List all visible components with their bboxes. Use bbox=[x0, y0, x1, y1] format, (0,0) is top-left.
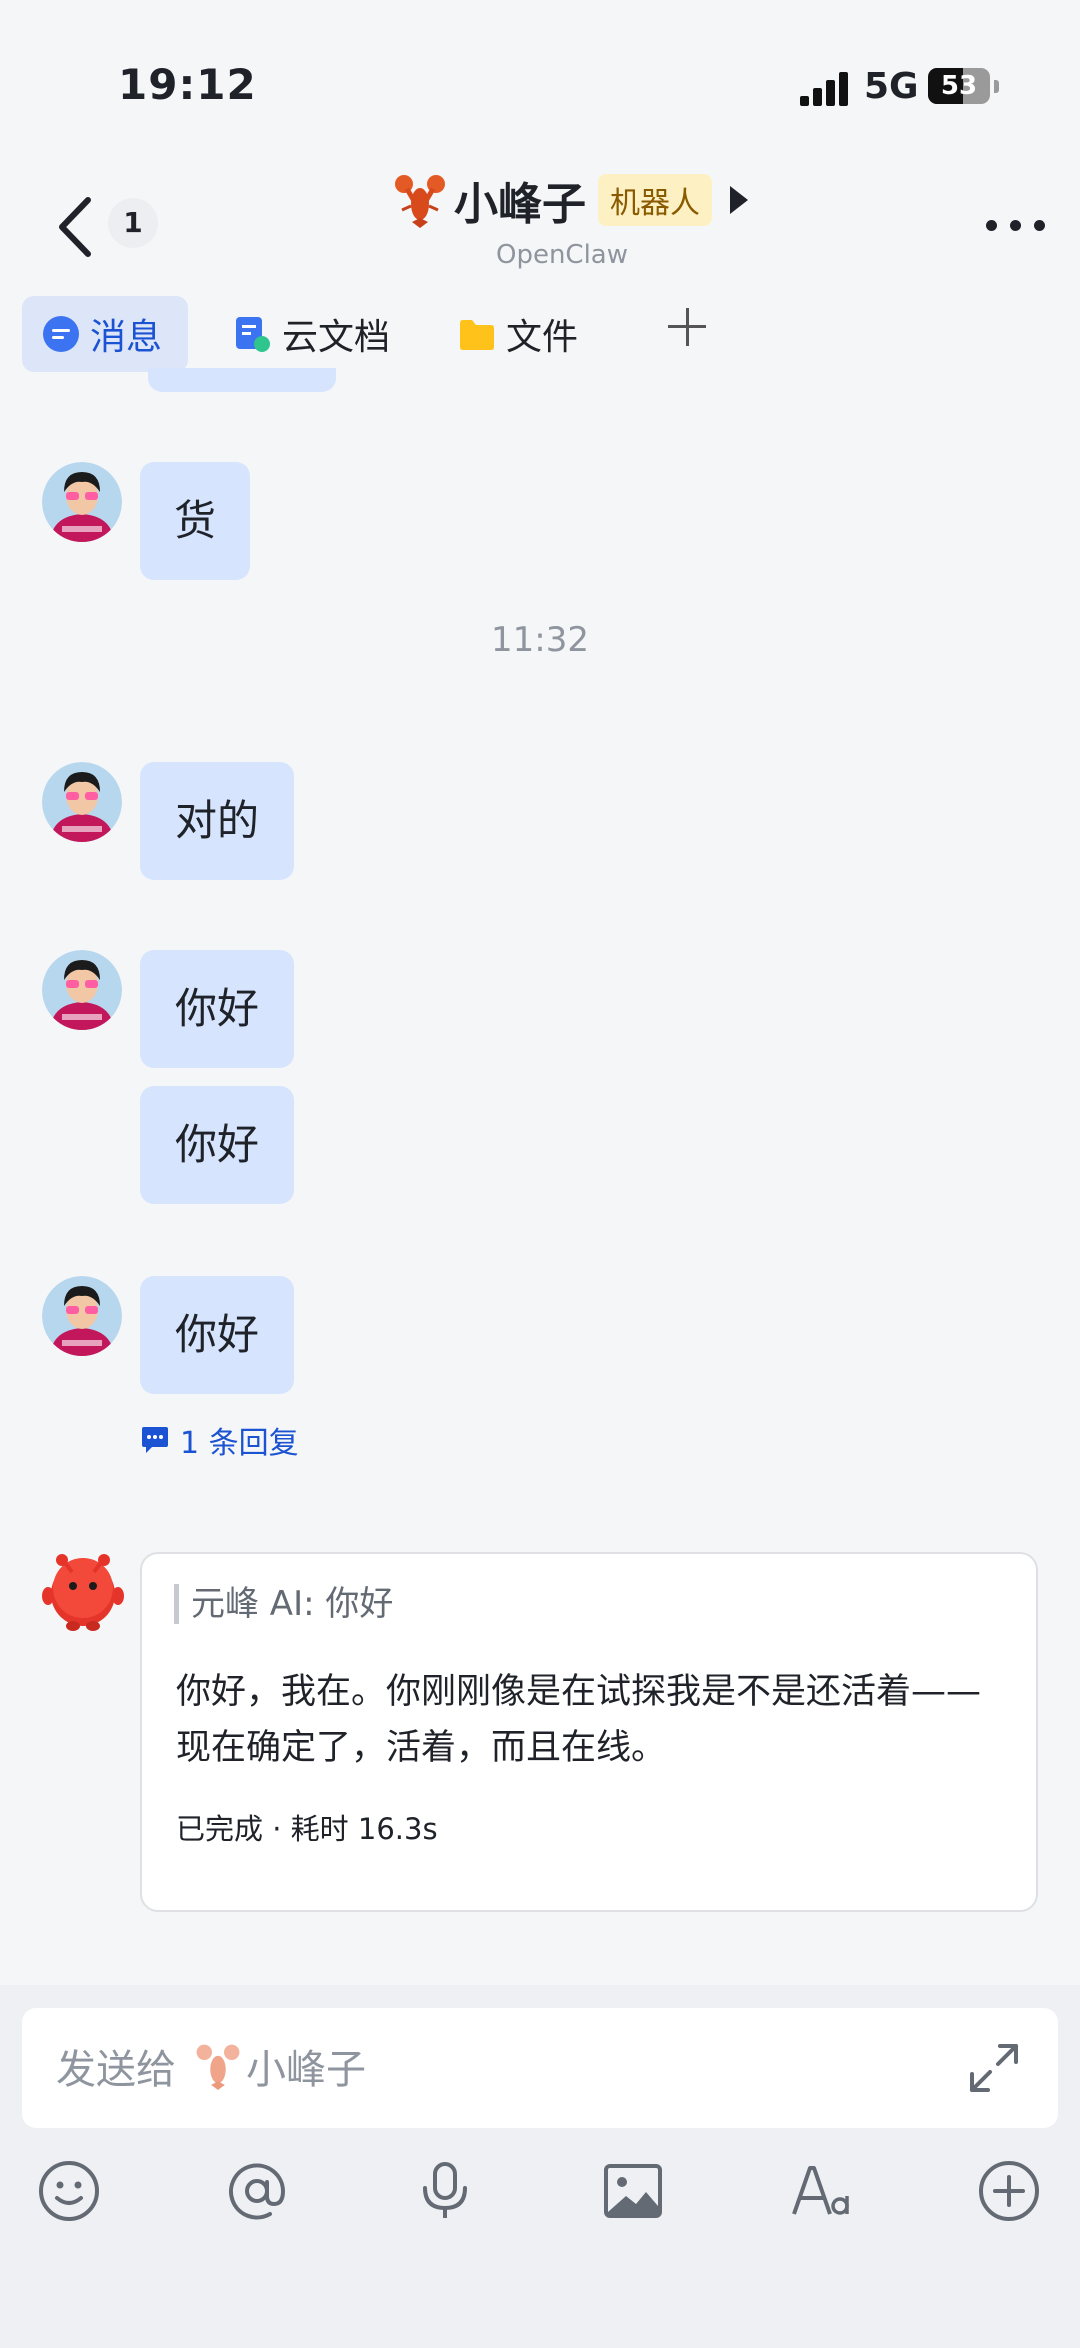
input-placeholder[interactable]: 发送给 小峰子 bbox=[56, 2036, 366, 2096]
font-icon[interactable] bbox=[788, 2158, 854, 2224]
avatar[interactable] bbox=[42, 462, 122, 542]
doc-icon bbox=[236, 317, 270, 352]
tab-label: 消息 bbox=[90, 317, 163, 358]
bot-reply-card[interactable]: 元峰 AI: 你好 你好，我在。你刚刚像是在试探我是不是还活着——现在确定了，活… bbox=[140, 1552, 1038, 1912]
tab-files[interactable]: 文件 bbox=[456, 296, 578, 372]
avatar[interactable] bbox=[42, 1276, 122, 1356]
chat-subtitle: OpenClaw bbox=[495, 240, 629, 270]
bot-reply-status: 已完成 · 耗时 16.3s bbox=[176, 1812, 438, 1846]
message-bubble[interactable]: 你好 bbox=[140, 1276, 294, 1394]
mic-icon[interactable] bbox=[412, 2158, 478, 2224]
more-icon[interactable] bbox=[986, 220, 1046, 232]
lobster-icon bbox=[395, 175, 445, 228]
time-separator: 11:32 bbox=[491, 620, 589, 660]
unread-count-badge[interactable]: 1 bbox=[108, 198, 158, 248]
signal-icon bbox=[800, 70, 852, 106]
tab-label: 文件 bbox=[506, 317, 579, 358]
tab-messages[interactable]: 消息 bbox=[22, 296, 188, 372]
message-bubble[interactable]: 对的 bbox=[140, 762, 294, 880]
bot-badge: 机器人 bbox=[598, 174, 712, 226]
folder-icon bbox=[460, 320, 494, 350]
message-bubble[interactable]: 你好 bbox=[140, 950, 294, 1068]
battery-nub bbox=[994, 80, 999, 93]
thread-reply-link[interactable]: 1 条回复 bbox=[140, 1418, 299, 1462]
battery-icon: 53 bbox=[928, 68, 990, 104]
previous-message-bubble bbox=[148, 368, 336, 392]
avatar[interactable] bbox=[42, 762, 122, 842]
network-type: 5G bbox=[864, 66, 919, 107]
message-bubble[interactable]: 你好 bbox=[140, 1086, 294, 1204]
thread-reply-label: 1 条回复 bbox=[180, 1426, 299, 1461]
status-time: 19:12 bbox=[118, 60, 257, 109]
add-circle-icon[interactable] bbox=[976, 2158, 1042, 2224]
battery-level: 53 bbox=[940, 71, 978, 101]
reply-icon bbox=[142, 1427, 168, 1453]
tab-cloud-docs[interactable]: 云文档 bbox=[232, 296, 390, 372]
play-arrow-icon bbox=[730, 186, 748, 214]
placeholder-recipient: 小峰子 bbox=[246, 2047, 366, 2093]
back-icon[interactable] bbox=[52, 192, 102, 262]
message-bubble[interactable]: 货 bbox=[140, 462, 250, 580]
chat-title: 小峰子 bbox=[454, 179, 586, 230]
at-icon[interactable] bbox=[224, 2158, 290, 2224]
plus-icon[interactable] bbox=[660, 300, 714, 354]
emoji-icon[interactable] bbox=[36, 2158, 102, 2224]
avatar[interactable] bbox=[42, 950, 122, 1030]
bot-reply-text: 你好，我在。你刚刚像是在试探我是不是还活着——现在确定了，活着，而且在线。 bbox=[176, 1672, 982, 1768]
bot-avatar[interactable] bbox=[40, 1548, 126, 1634]
quoted-message: 元峰 AI: 你好 bbox=[174, 1584, 393, 1624]
lobster-icon bbox=[196, 2044, 240, 2090]
message-icon bbox=[43, 316, 79, 352]
expand-icon[interactable] bbox=[964, 2038, 1024, 2098]
image-icon[interactable] bbox=[600, 2158, 666, 2224]
placeholder-prefix: 发送给 bbox=[56, 2047, 176, 2093]
chat-title-bar[interactable]: 小峰子 机器人 bbox=[392, 170, 748, 230]
tab-label: 云文档 bbox=[282, 317, 391, 358]
